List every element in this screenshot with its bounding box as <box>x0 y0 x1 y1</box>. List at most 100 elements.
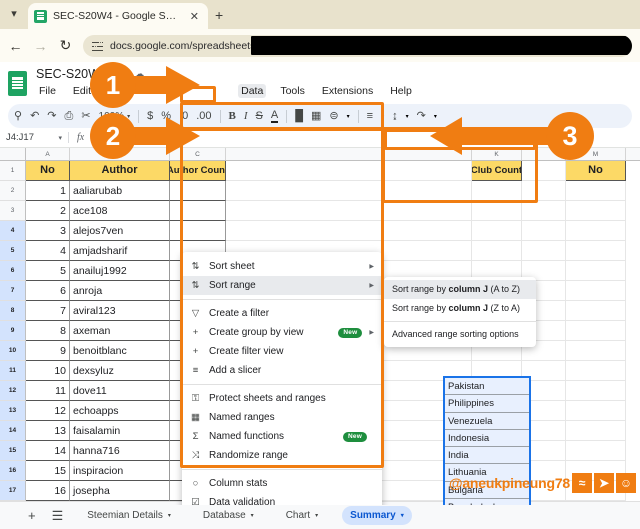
cell-author[interactable]: axeman <box>70 321 170 341</box>
chevron-down-icon[interactable]: ▾ <box>401 512 404 519</box>
back-icon[interactable]: ← <box>8 38 23 54</box>
column-header-k[interactable]: K <box>472 148 522 160</box>
cell-m[interactable] <box>566 201 626 221</box>
menu-item-sort-range[interactable]: ⇅ Sort range ▶ <box>182 276 382 295</box>
new-tab-button[interactable]: + <box>215 7 223 23</box>
row-header[interactable]: 10 <box>0 341 26 361</box>
undo-icon[interactable]: ↶ <box>30 110 39 122</box>
submenu-item-sort-range-by-column-j-z-to-a-[interactable]: Sort range by column J (Z to A) <box>384 299 536 318</box>
menu-item-add-a-slicer[interactable]: ≡ Add a slicer <box>182 361 382 380</box>
row-header[interactable]: 11 <box>0 361 26 381</box>
cell-m[interactable] <box>566 401 626 421</box>
address-bar[interactable]: docs.google.com/spreadsheets/d/1H <box>83 34 632 57</box>
cell-k1[interactable]: Club Count <box>472 161 522 181</box>
text-wrap-icon[interactable]: ↷ <box>417 110 426 122</box>
cell-no[interactable]: 2 <box>26 201 70 221</box>
column-header-c[interactable]: C <box>170 148 226 160</box>
cell-club-count[interactable] <box>472 241 522 261</box>
menu-item-create-a-filter[interactable]: ▽ Create a filter <box>182 304 382 323</box>
search-icon[interactable]: ⚲ <box>14 110 22 122</box>
row-header[interactable]: 6 <box>0 261 26 281</box>
cell-m[interactable] <box>566 381 626 401</box>
cell-club-count[interactable] <box>472 181 522 201</box>
selection-cell[interactable]: Pakistan <box>445 378 529 396</box>
row-header[interactable]: 2 <box>0 181 26 201</box>
chevron-down-icon[interactable]: ▾ <box>315 512 318 519</box>
decimal-decrease-button[interactable]: .0 <box>179 110 188 122</box>
currency-button[interactable]: $ <box>147 110 153 122</box>
cell-no[interactable]: 10 <box>26 361 70 381</box>
cell-author[interactable]: faisalamin <box>70 421 170 441</box>
add-sheet-icon[interactable]: + <box>28 508 36 523</box>
selection-cell[interactable]: Bangladesh <box>445 499 529 505</box>
tab-search-button[interactable]: ▾ <box>0 0 28 29</box>
cell-author[interactable]: anailuj1992 <box>70 261 170 281</box>
cell-author[interactable]: amjadsharif <box>70 241 170 261</box>
menu-item-data-validation[interactable]: ☑ Data validation <box>182 493 382 505</box>
cell-no[interactable]: 13 <box>26 421 70 441</box>
sheet-tab-chart[interactable]: Chart ▾ <box>278 506 326 525</box>
row-header[interactable]: 12 <box>0 381 26 401</box>
row-header[interactable]: 14 <box>0 421 26 441</box>
row-header[interactable]: 5 <box>0 241 26 261</box>
menu-file[interactable]: File <box>36 84 59 98</box>
cell-author-count[interactable] <box>170 201 226 221</box>
cell-club-count[interactable] <box>472 221 522 241</box>
cell-no[interactable]: 6 <box>26 281 70 301</box>
cell-author[interactable]: echoapps <box>70 401 170 421</box>
name-box[interactable]: J4:J17 ▾ <box>6 132 68 143</box>
close-icon[interactable]: ✕ <box>187 10 202 23</box>
cell-author[interactable]: benoitblanc <box>70 341 170 361</box>
cell-author[interactable]: dexsyluz <box>70 361 170 381</box>
cell-m[interactable] <box>566 441 626 461</box>
chevron-down-icon-merge[interactable]: ▾ <box>347 113 350 120</box>
cell-no[interactable]: 14 <box>26 441 70 461</box>
row-header[interactable]: 8 <box>0 301 26 321</box>
selection-cell[interactable]: Venezuela <box>445 413 529 430</box>
horizontal-align-icon[interactable]: ≡ <box>367 110 373 122</box>
sheet-tab-database[interactable]: Database ▾ <box>195 506 262 525</box>
menu-item-column-stats[interactable]: ○ Column stats <box>182 474 382 493</box>
chevron-down-icon-halign[interactable]: ▾ <box>381 113 384 120</box>
cell-author-count[interactable] <box>170 181 226 201</box>
row-header[interactable]: 9 <box>0 321 26 341</box>
menu-item-create-filter-view[interactable]: + Create filter view <box>182 342 382 361</box>
cell-no[interactable]: 1 <box>26 181 70 201</box>
data-menu-dropdown[interactable]: ⇅ Sort sheet ▶ ⇅ Sort range ▶ ▽ Create a filter… <box>182 252 382 505</box>
cell-b1[interactable]: Author <box>70 161 170 181</box>
cell-m[interactable] <box>566 221 626 241</box>
menu-item-named-functions[interactable]: Σ Named functions New <box>182 427 382 446</box>
spreadsheet-grid[interactable]: A B C K M 1 No Author Author Count Club … <box>0 148 640 505</box>
redo-icon[interactable]: ↷ <box>47 110 56 122</box>
cell-m[interactable] <box>566 241 626 261</box>
cell-author-count[interactable] <box>170 221 226 241</box>
chevron-down-icon-valign[interactable]: ▾ <box>406 113 409 120</box>
cell-no[interactable]: 15 <box>26 461 70 481</box>
cell-no[interactable]: 12 <box>26 401 70 421</box>
all-sheets-icon[interactable]: ☰ <box>52 508 64 524</box>
row-header[interactable]: 15 <box>0 441 26 461</box>
reload-icon[interactable]: ↻ <box>58 37 73 54</box>
menu-item-randomize-range[interactable]: ⤨ Randomize range <box>182 446 382 465</box>
strikethrough-button[interactable]: S <box>256 110 263 122</box>
cell-gap[interactable] <box>226 181 472 201</box>
sheet-tab-steemian-details[interactable]: Steemian Details ▾ <box>79 506 179 525</box>
menu-item-sort-sheet[interactable]: ⇅ Sort sheet ▶ <box>182 257 382 276</box>
menu-item-protect-sheets-and-ranges[interactable]: ⚿ Protect sheets and ranges <box>182 389 382 408</box>
cell-no[interactable]: 4 <box>26 241 70 261</box>
decimal-increase-button[interactable]: .00 <box>196 110 211 122</box>
cell-author[interactable]: alejos7ven <box>70 221 170 241</box>
sheet-tab-summary[interactable]: Summary ▾ <box>342 506 412 525</box>
cell-author[interactable]: inspiracion <box>70 461 170 481</box>
vertical-align-icon[interactable]: ↨ <box>392 110 398 122</box>
cell-l[interactable] <box>522 201 566 221</box>
cell-no[interactable]: 9 <box>26 341 70 361</box>
cell-author[interactable]: ace108 <box>70 201 170 221</box>
column-header-a[interactable]: A <box>26 148 70 160</box>
cell-author[interactable]: josepha <box>70 481 170 501</box>
cell-m[interactable] <box>566 361 626 381</box>
cell-gap[interactable] <box>226 221 472 241</box>
menu-data[interactable]: Data <box>238 84 267 98</box>
forward-icon[interactable]: → <box>33 38 48 54</box>
chevron-down-icon-wrap[interactable]: ▾ <box>434 113 437 120</box>
